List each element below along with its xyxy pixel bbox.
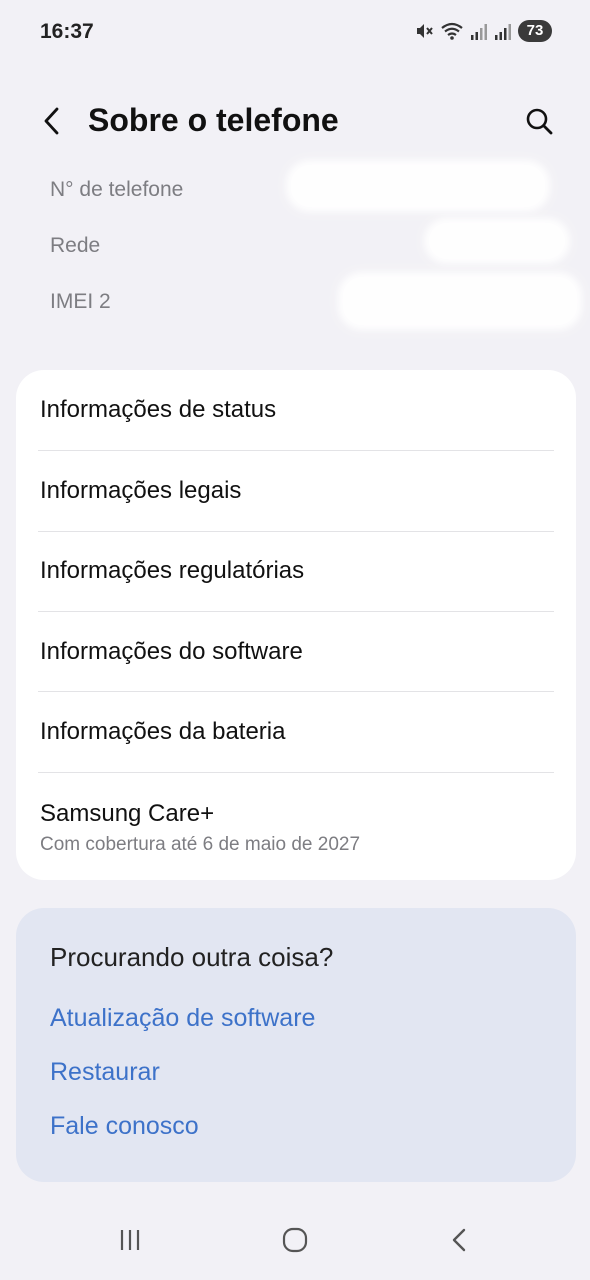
navigation-bar [0,1200,590,1280]
header: Sobre o telefone [0,92,590,152]
back-button[interactable] [38,104,66,138]
nav-back-button[interactable] [440,1220,480,1260]
menu-item-label: Samsung Care+ [40,800,215,827]
recents-icon [120,1230,140,1250]
search-button[interactable] [524,106,554,136]
menu-item-software-info[interactable]: Informações do software [38,612,554,692]
menu-item-sublabel: Com cobertura até 6 de maio de 2027 [40,834,361,855]
link-contact-us[interactable]: Fale conosco [50,1112,199,1141]
link-restore[interactable]: Restaurar [50,1058,160,1087]
info-menu-card: Informações de status Informações legais… [16,370,576,880]
menu-item-label: Informações do software [40,638,303,665]
recents-button[interactable] [110,1220,150,1260]
status-time: 16:37 [40,20,94,43]
status-icons: 73 [414,20,552,42]
menu-item-label: Informações legais [40,477,242,504]
home-icon [282,1227,308,1253]
search-icon [526,108,553,135]
menu-item-status-info[interactable]: Informações de status [38,370,554,450]
link-software-update[interactable]: Atualização de software [50,1004,315,1033]
wifi-icon [440,21,464,41]
home-button[interactable] [275,1220,315,1260]
menu-item-regulatory-info[interactable]: Informações regulatórias [38,531,554,611]
menu-item-battery-info[interactable]: Informações da bateria [38,692,554,772]
redaction-mark [424,218,570,264]
chevron-left-icon [44,107,59,135]
battery-indicator: 73 [518,20,552,42]
suggestions-card: Procurando outra coisa? Atualização de s… [16,908,576,1182]
info-label-phone-number: N° de telefone [50,178,184,201]
info-label-imei2: IMEI 2 [50,290,111,313]
redaction-mark [286,160,550,212]
signal-icon [470,21,488,41]
menu-item-label: Informações da bateria [40,718,286,745]
menu-item-samsung-care[interactable]: Samsung Care+ Com cobertura até 6 de mai… [38,782,554,874]
mute-icon [414,21,434,41]
redaction-mark [338,272,582,330]
signal-icon [494,21,512,41]
menu-item-legal-info[interactable]: Informações legais [38,451,554,531]
divider [38,772,554,773]
status-bar: 16:37 73 [0,0,590,64]
menu-item-label: Informações de status [40,396,277,423]
suggestions-title: Procurando outra coisa? [50,942,334,972]
menu-item-label: Informações regulatórias [40,557,305,584]
info-label-network: Rede [50,234,101,257]
page-title: Sobre o telefone [88,102,339,138]
back-icon [452,1228,466,1252]
